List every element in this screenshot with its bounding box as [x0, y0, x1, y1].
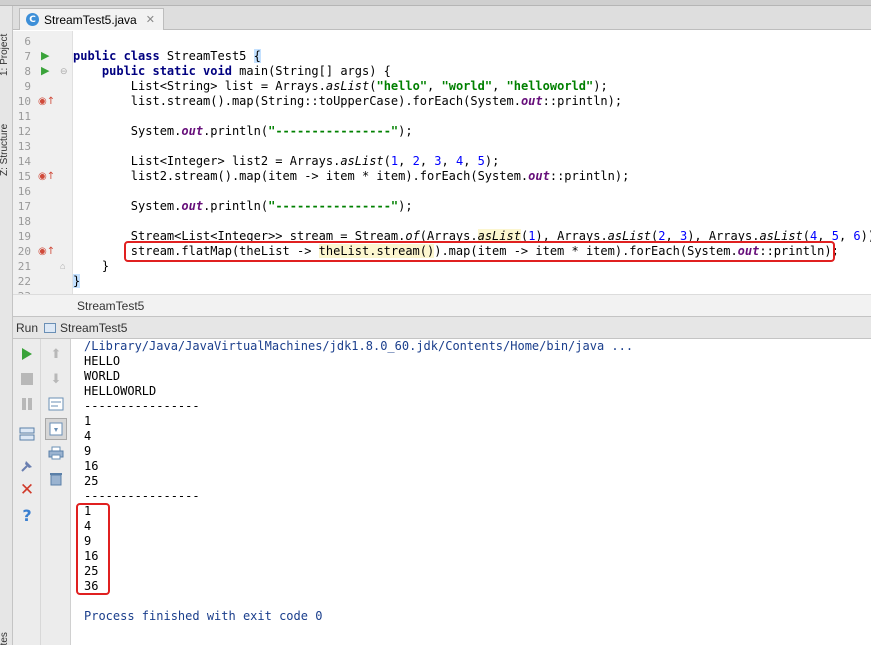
close-icon[interactable]: ✕ — [146, 13, 155, 26]
run-tool-title: Run — [16, 320, 39, 335]
console-command-line: /Library/Java/JavaVirtualMachines/jdk1.8… — [84, 339, 634, 353]
line-number: 6 — [24, 35, 31, 48]
code-editor[interactable]: 6 7 ▶ 8 ▶ ⊖ 9 10 ◉↑ 11 12 13 14 15 ◉↑ 16 17 18 19 20 ◉↑ 21 ⌂ 22… — [13, 31, 871, 294]
trash-icon[interactable] — [46, 468, 66, 488]
console-line: 9 — [84, 534, 92, 548]
project-tool-button[interactable]: 1: Project — [0, 34, 10, 76]
run-toolbar-secondary: ⬆ ⬇ — [41, 339, 71, 645]
console-line: ---------------- — [84, 399, 200, 413]
run-toolbar-primary: ✕ ? — [13, 339, 41, 645]
line-number: 16 — [17, 185, 31, 198]
structure-tool-button[interactable]: Z: Structure — [0, 124, 10, 176]
line-number: 21 — [17, 260, 31, 273]
editor-tab-bar: C StreamTest5.java ✕ — [13, 6, 871, 30]
pin-icon[interactable] — [17, 456, 37, 476]
line-number: 8 — [24, 65, 31, 78]
code-line[interactable]: List<String> list = Arrays.asList("hello… — [73, 79, 608, 94]
console-line: ---------------- — [84, 489, 200, 503]
console-line: 1 — [84, 504, 92, 518]
pause-icon[interactable] — [17, 394, 37, 414]
line-number: 13 — [17, 140, 31, 153]
line-number: 15 — [17, 170, 31, 183]
run-gutter-icon[interactable]: ▶ — [41, 49, 49, 64]
lambda-gutter-icon[interactable]: ◉↑ — [38, 169, 55, 184]
code-line[interactable]: public class StreamTest5 { — [73, 49, 261, 64]
line-number: 17 — [17, 200, 31, 213]
line-number: 22 — [17, 275, 31, 288]
lambda-gutter-icon[interactable]: ◉↑ — [38, 94, 55, 109]
line-number: 10 — [17, 95, 31, 108]
print-icon[interactable] — [46, 443, 66, 463]
console-line: 4 — [84, 519, 92, 533]
editor-gutter: 6 7 ▶ 8 ▶ ⊖ 9 10 ◉↑ 11 12 13 14 15 ◉↑ 16 17 18 19 20 ◉↑ 21 ⌂ 22… — [13, 31, 73, 294]
code-line[interactable]: System.out.println("----------------"); — [73, 199, 413, 214]
console-line: 25 — [84, 474, 99, 488]
console-line: 16 — [84, 549, 99, 563]
console-output[interactable]: /Library/Java/JavaVirtualMachines/jdk1.8… — [71, 339, 871, 645]
console-line: WORLD — [84, 369, 121, 383]
breadcrumb-item[interactable]: StreamTest5 — [77, 299, 144, 313]
tab-streamtest5[interactable]: C StreamTest5.java ✕ — [19, 8, 164, 30]
line-number: 7 — [24, 50, 31, 63]
console-line: Process finished with exit code 0 — [84, 609, 323, 623]
code-line[interactable]: list.stream().map(String::toUpperCase).f… — [73, 94, 622, 109]
console-line: 16 — [84, 459, 99, 473]
breadcrumb: StreamTest5 — [13, 294, 871, 316]
left-tool-stripe: 1: Project Z: Structure rites — [0, 6, 13, 645]
console-line: 36 — [84, 579, 99, 593]
line-number: 18 — [17, 215, 31, 228]
soft-wrap-icon[interactable] — [46, 394, 66, 414]
console-line: 4 — [84, 429, 92, 443]
run-tool-header: Run StreamTest5 — [13, 316, 871, 339]
scroll-to-end-icon[interactable] — [45, 418, 67, 440]
console-line: HELLOWORLD — [84, 384, 157, 398]
code-line[interactable]: } — [73, 274, 81, 289]
code-line[interactable]: } — [73, 259, 109, 274]
line-number: 12 — [17, 125, 31, 138]
console-line: 9 — [84, 444, 92, 458]
lambda-gutter-icon[interactable]: ◉↑ — [38, 244, 55, 259]
console-line: 25 — [84, 564, 99, 578]
fold-icon[interactable]: ⊖ — [60, 64, 68, 79]
console-icon — [44, 322, 57, 333]
console-line: HELLO — [84, 354, 121, 368]
code-line[interactable]: public static void main(String[] args) { — [73, 64, 391, 79]
run-gutter-icon[interactable]: ▶ — [41, 64, 49, 79]
java-class-icon: C — [26, 13, 39, 26]
line-number: 9 — [24, 80, 31, 93]
code-line[interactable]: System.out.println("----------------"); — [73, 124, 413, 139]
help-icon[interactable]: ? — [17, 505, 37, 525]
up-arrow-icon[interactable]: ⬆ — [46, 344, 66, 364]
stop-icon[interactable] — [17, 369, 37, 389]
tab-label: StreamTest5.java — [44, 12, 137, 27]
line-number: 14 — [17, 155, 31, 168]
down-arrow-icon[interactable]: ⬇ — [46, 369, 66, 389]
line-number: 11 — [17, 110, 31, 123]
rerun-icon[interactable] — [17, 344, 37, 364]
line-number: 20 — [17, 245, 31, 258]
close-run-icon[interactable]: ✕ — [17, 480, 37, 500]
favorites-tool-button[interactable]: rites — [0, 632, 10, 645]
run-config-tab[interactable]: StreamTest5 — [60, 321, 127, 335]
highlight-box-flatmap — [124, 241, 835, 262]
console-line: 1 — [84, 414, 92, 428]
code-line[interactable]: list2.stream().map(item -> item * item).… — [73, 169, 630, 184]
line-number: 19 — [17, 230, 31, 243]
restore-layout-icon[interactable] — [17, 424, 37, 444]
code-line[interactable]: List<Integer> list2 = Arrays.asList(1, 2… — [73, 154, 500, 169]
fold-icon[interactable]: ⌂ — [60, 259, 65, 274]
